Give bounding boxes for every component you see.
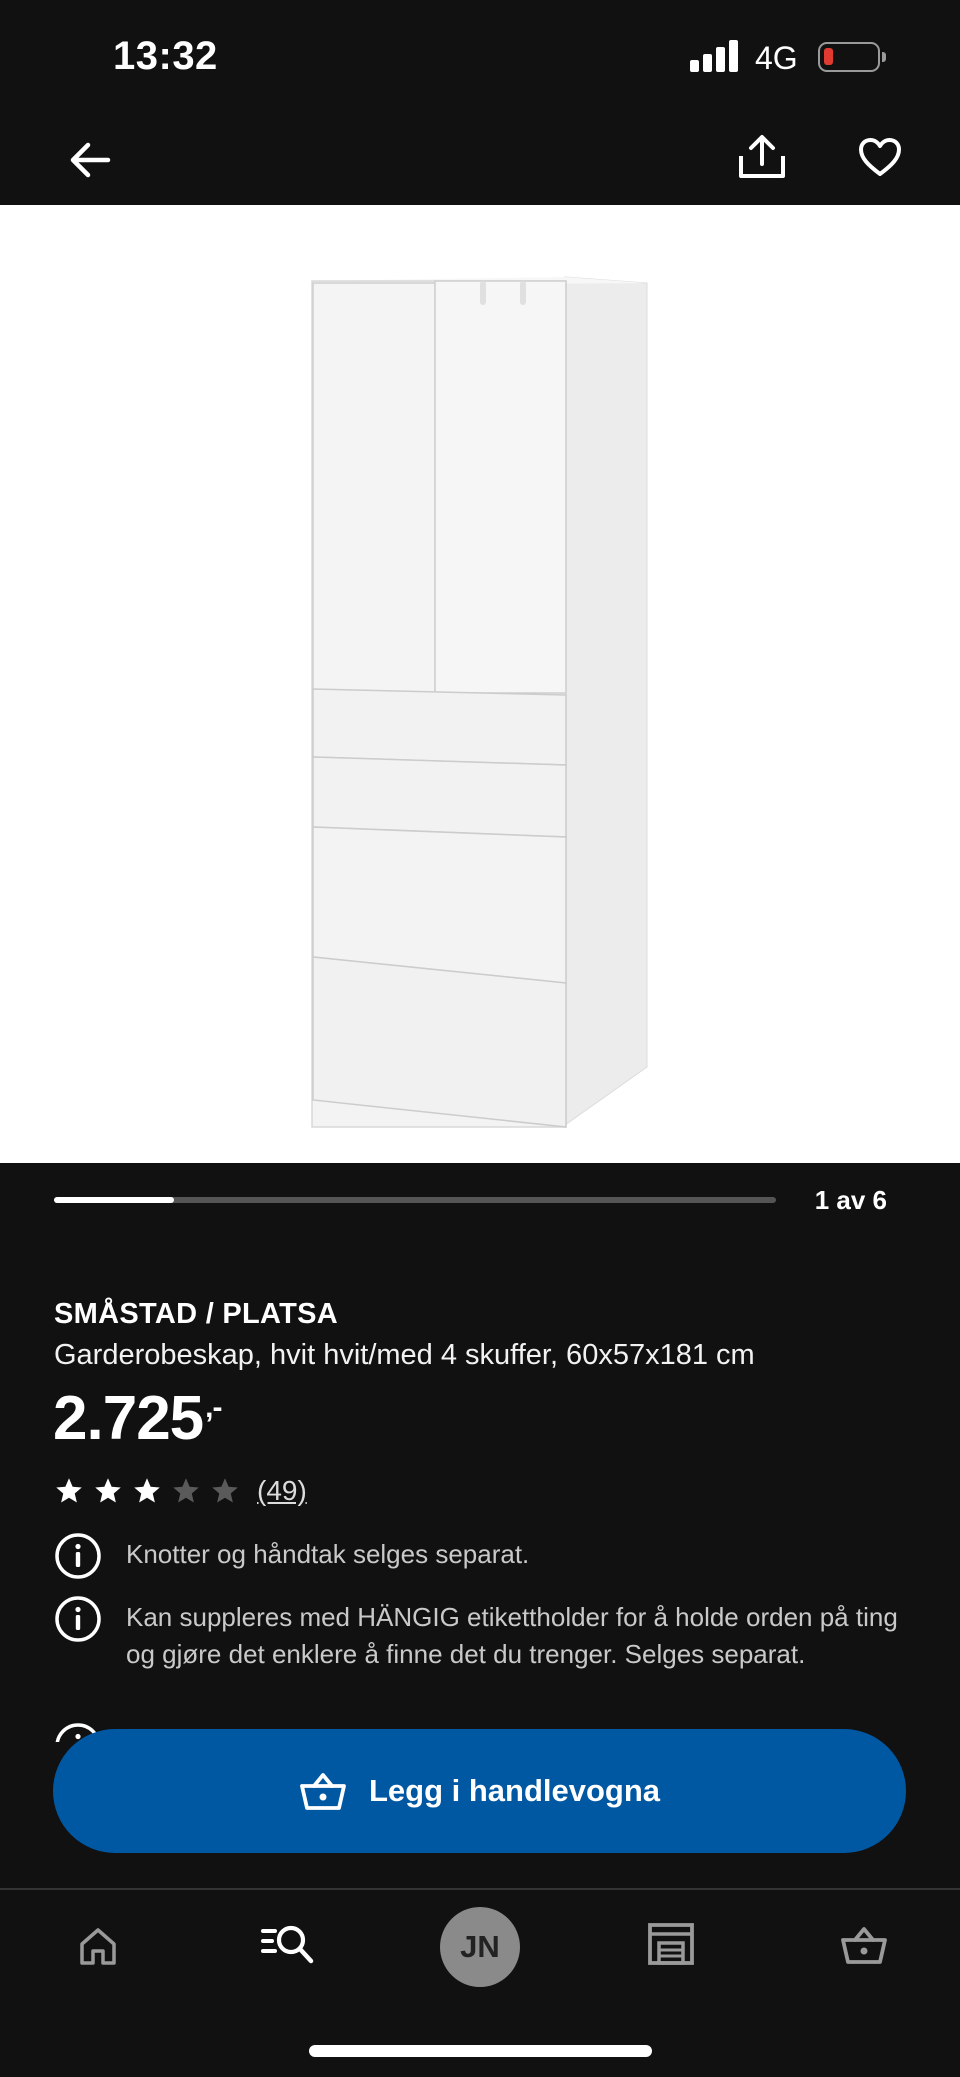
search-list-icon <box>261 1925 314 1964</box>
tab-cart[interactable] <box>836 1917 892 1973</box>
tab-stores[interactable] <box>643 1916 699 1972</box>
tab-profile-avatar[interactable]: JN <box>440 1907 520 1987</box>
info-text: Kan suppleres med HÄNGIG etikettholder f… <box>126 1602 898 1669</box>
info-icon <box>55 1596 101 1642</box>
shopping-basket-icon <box>300 1773 346 1810</box>
shopping-basket-icon <box>841 1927 887 1964</box>
back-button[interactable] <box>60 130 120 190</box>
gallery-progress-fill <box>54 1197 175 1203</box>
info-note: Kan suppleres med HÄNGIG etikettholder f… <box>54 1595 904 1673</box>
signal-icon <box>690 40 740 72</box>
product-price: 2.725,- <box>53 1383 223 1454</box>
favorite-button[interactable] <box>850 127 910 187</box>
tab-home[interactable] <box>70 1918 126 1974</box>
tab-bar: JN <box>0 1890 960 2000</box>
price-value: 2.725 <box>53 1384 204 1453</box>
add-to-cart-button[interactable]: Legg i handlevogna <box>53 1729 906 1853</box>
product-description: Garderobeskap, hvit hvit/med 4 skuffer, … <box>54 1339 755 1371</box>
home-indicator[interactable] <box>309 2045 652 2057</box>
add-to-cart-label: Legg i handlevogna <box>368 1773 661 1808</box>
product-rating[interactable]: (49) <box>54 1474 307 1508</box>
rating-stars <box>54 1476 249 1506</box>
price-suffix: ,- <box>205 1391 222 1424</box>
network-label: 4G <box>755 40 798 76</box>
share-icon <box>739 135 785 178</box>
store-icon <box>648 1923 694 1965</box>
gallery-counter: 1 av 6 <box>814 1185 887 1215</box>
review-count-link[interactable]: (49) <box>257 1475 307 1507</box>
tab-search[interactable] <box>258 1916 318 1972</box>
heart-icon <box>859 138 901 176</box>
star-empty-icon <box>173 1478 199 1503</box>
top-navigation <box>0 115 960 205</box>
info-icon <box>55 1533 101 1579</box>
star-filled-icon <box>95 1478 121 1503</box>
wardrobe-illustration <box>311 276 648 1128</box>
info-note: Knotter og håndtak selges separat. <box>54 1532 904 1580</box>
star-filled-icon <box>56 1478 82 1503</box>
gallery-progress <box>54 1197 776 1203</box>
battery-icon <box>818 42 886 72</box>
product-brand: SMÅSTAD / PLATSA <box>54 1298 339 1330</box>
status-bar: 13:32 4G <box>0 0 960 115</box>
info-text: Knotter og håndtak selges separat. <box>126 1539 530 1569</box>
share-button[interactable] <box>732 127 792 187</box>
arrow-left-icon <box>70 142 111 178</box>
star-empty-icon <box>212 1478 238 1503</box>
star-filled-icon <box>134 1478 160 1503</box>
product-image[interactable] <box>0 205 960 1163</box>
home-icon <box>80 1928 116 1965</box>
status-time: 13:32 <box>113 34 218 78</box>
